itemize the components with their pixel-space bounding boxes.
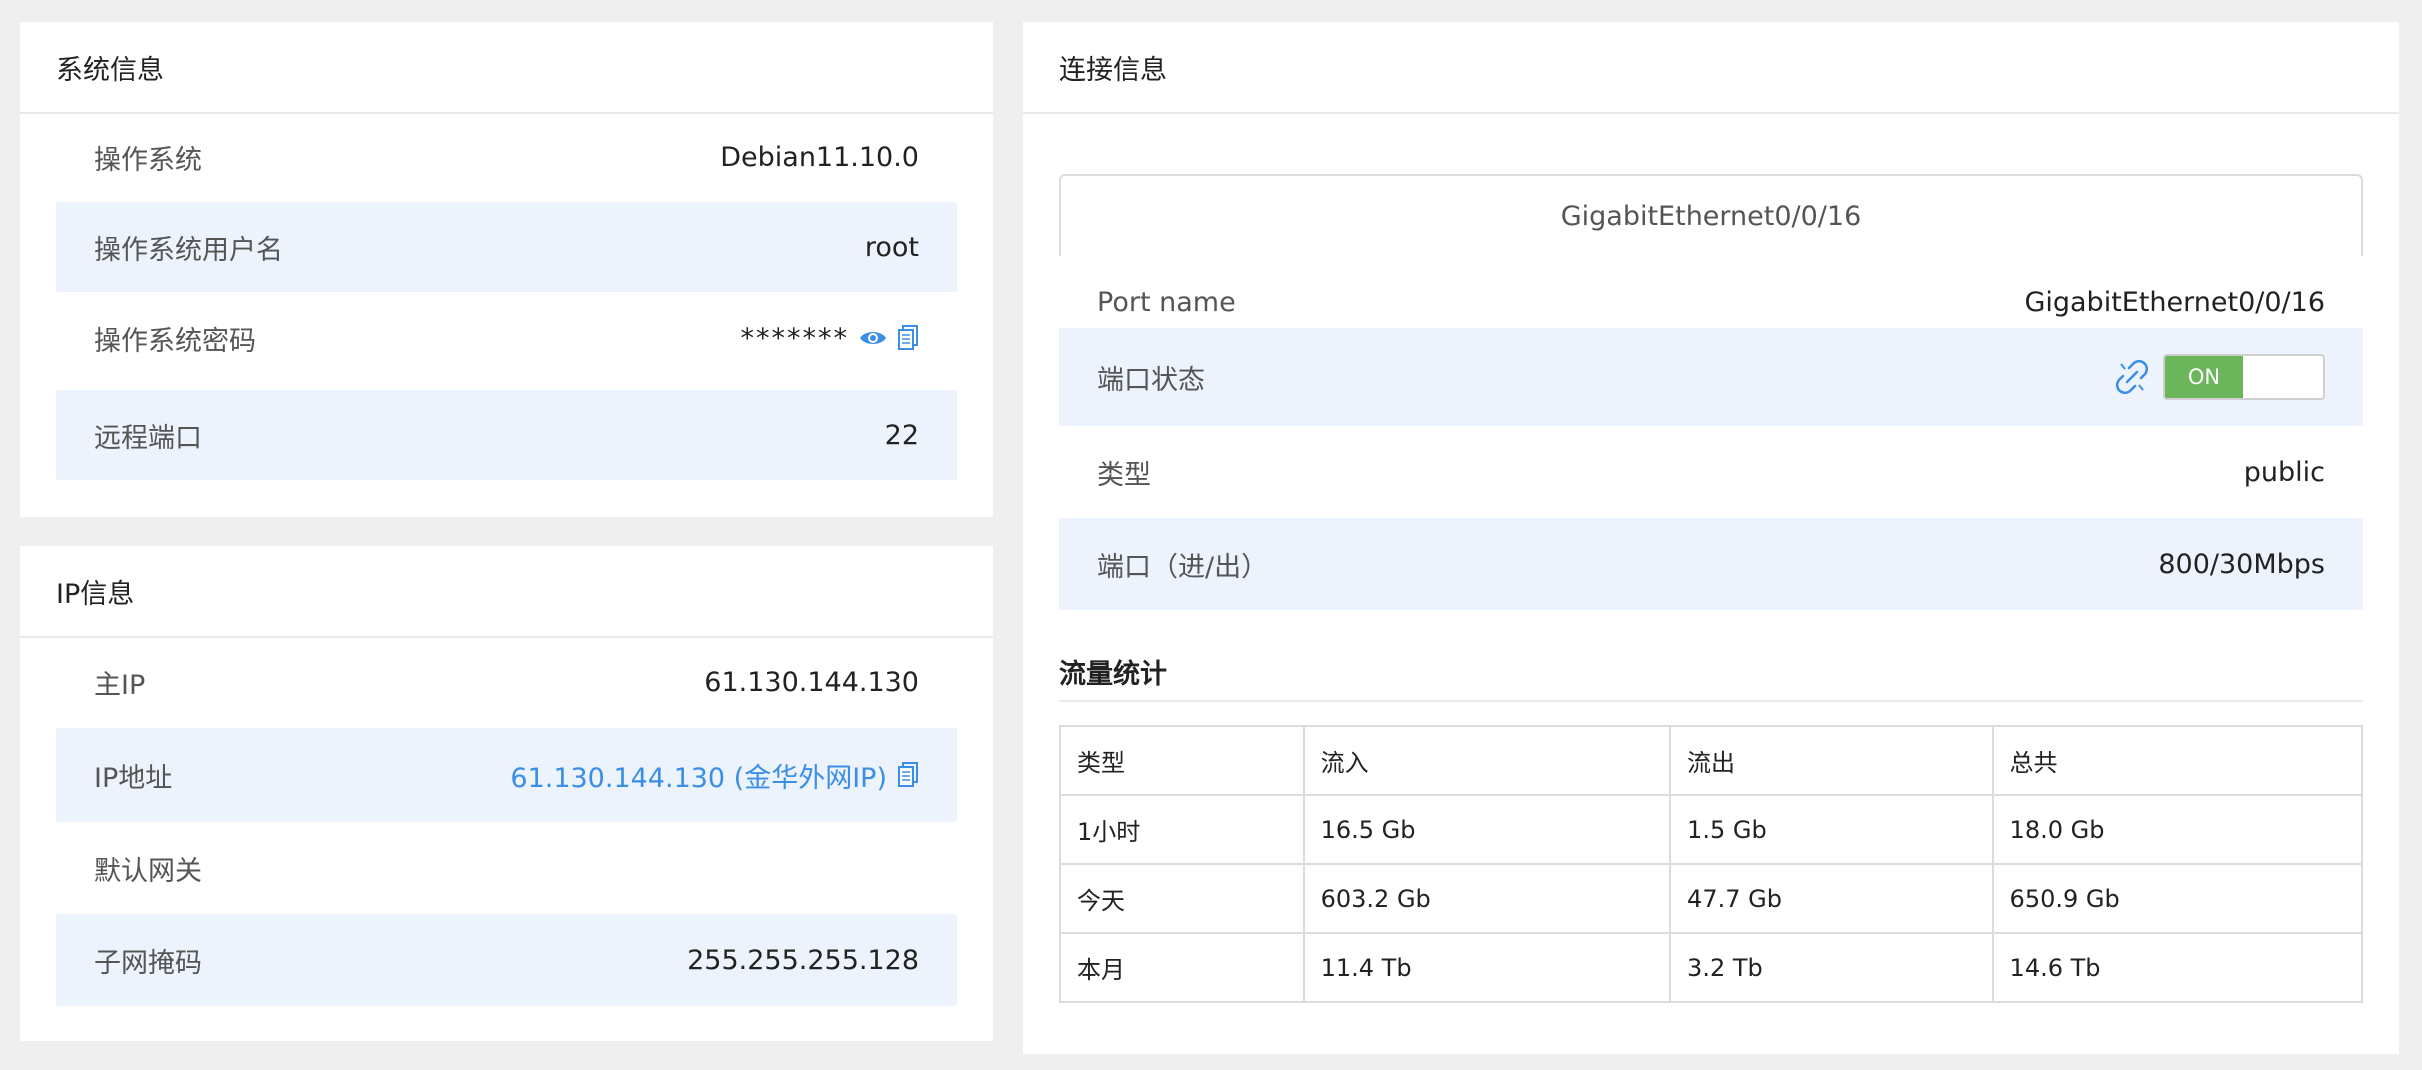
table-cell: 16.5 Gb: [1302, 794, 1672, 865]
main-ip-label: 主IP: [94, 669, 146, 701]
traffic-table: 类型 流入 流出 总共 1小时 16.5 Gb 1.5 Gb 18.0 Gb 今…: [1059, 725, 2364, 1003]
copy-icon[interactable]: [897, 762, 919, 788]
table-cell: 14.6 Tb: [1991, 932, 2364, 1003]
port-name-label: Port name: [1097, 286, 1236, 318]
connection-info-panel: 连接信息 GigabitEthernet0/0/16 Port name Gig…: [1023, 22, 2399, 1054]
ip-info-title: IP信息: [20, 546, 993, 638]
table-cell: 47.7 Gb: [1669, 863, 1994, 934]
port-bandwidth-row: 端口（进/出） 800/30Mbps: [1059, 518, 2363, 610]
os-username-label: 操作系统用户名: [94, 234, 283, 266]
os-password-row: 操作系统密码 *******: [56, 292, 957, 384]
default-gateway-row: 默认网关: [56, 822, 957, 914]
table-cell: 18.0 Gb: [1991, 794, 2364, 865]
port-bandwidth-value: 800/30Mbps: [2158, 548, 2325, 580]
table-header-type: 类型: [1059, 725, 1305, 796]
subnet-mask-row: 子网掩码 255.255.255.128: [56, 914, 957, 1006]
table-cell: 11.4 Tb: [1302, 932, 1672, 1003]
default-gateway-label: 默认网关: [94, 855, 202, 887]
type-row: 类型 public: [1059, 426, 2363, 518]
ip-address-row: IP地址 61.130.144.130 (金华外网IP): [56, 728, 957, 822]
ip-address-link[interactable]: 61.130.144.130 (金华外网IP): [510, 756, 887, 795]
unlink-icon[interactable]: [2115, 360, 2149, 394]
os-username-value: root: [864, 231, 919, 263]
table-header-row: 类型 流入 流出 总共: [1059, 725, 2364, 796]
port-status-controls: ON: [2105, 354, 2325, 400]
subnet-mask-value: 255.255.255.128: [687, 944, 919, 976]
port-status-row: 端口状态 ON: [1059, 328, 2363, 426]
ip-address-value-group: 61.130.144.130 (金华外网IP): [510, 756, 919, 795]
subnet-mask-label: 子网掩码: [94, 947, 202, 979]
port-status-label: 端口状态: [1097, 364, 1205, 396]
table-row: 1小时 16.5 Gb 1.5 Gb 18.0 Gb: [1059, 794, 2364, 865]
os-password-value: *******: [740, 322, 849, 354]
table-cell: 1.5 Gb: [1669, 794, 1994, 865]
os-password-value-group: *******: [741, 323, 920, 354]
table-header-total: 总共: [1991, 725, 2364, 796]
system-info-title: 系统信息: [20, 22, 993, 114]
eye-icon[interactable]: [859, 328, 887, 348]
table-cell: 650.9 Gb: [1991, 863, 2364, 934]
table-cell: 603.2 Gb: [1302, 863, 1672, 934]
port-name-value: GigabitEthernet0/0/16: [2024, 286, 2325, 318]
os-username-row: 操作系统用户名 root: [56, 202, 957, 292]
type-label: 类型: [1097, 459, 1151, 491]
os-label: 操作系统: [94, 144, 202, 176]
remote-port-label: 远程端口: [94, 422, 202, 454]
main-ip-row: 主IP 61.130.144.130: [56, 636, 957, 728]
os-password-label: 操作系统密码: [94, 325, 256, 357]
table-cell: 1小时: [1059, 794, 1305, 865]
port-bandwidth-label: 端口（进/出）: [1097, 551, 1269, 583]
table-cell: 3.2 Tb: [1669, 932, 1994, 1003]
os-row: 操作系统 Debian11.10.0: [56, 112, 957, 202]
table-header-inbound: 流入: [1302, 725, 1672, 796]
port-status-toggle[interactable]: ON: [2163, 354, 2325, 400]
table-cell: 本月: [1059, 932, 1305, 1003]
remote-port-value: 22: [884, 419, 919, 451]
table-row: 今天 603.2 Gb 47.7 Gb 650.9 Gb: [1059, 863, 2364, 934]
table-header-outbound: 流出: [1669, 725, 1994, 796]
table-cell: 今天: [1059, 863, 1305, 934]
port-tab[interactable]: GigabitEthernet0/0/16: [1059, 174, 2363, 256]
ip-info-panel: IP信息 主IP 61.130.144.130 IP地址 61.130.144.…: [20, 546, 993, 1041]
os-value: Debian11.10.0: [720, 141, 919, 173]
connection-info-title: 连接信息: [1023, 22, 2399, 114]
traffic-stats-title: 流量统计: [1059, 640, 2363, 702]
toggle-on-label: ON: [2165, 356, 2243, 398]
system-info-panel: 系统信息 操作系统 Debian11.10.0 操作系统用户名 root 操作系…: [20, 22, 993, 517]
table-row: 本月 11.4 Tb 3.2 Tb 14.6 Tb: [1059, 932, 2364, 1003]
main-ip-value: 61.130.144.130: [704, 666, 919, 698]
remote-port-row: 远程端口 22: [56, 390, 957, 480]
copy-icon[interactable]: [897, 325, 919, 351]
ip-address-label: IP地址: [94, 762, 173, 794]
type-value: public: [2243, 456, 2325, 488]
